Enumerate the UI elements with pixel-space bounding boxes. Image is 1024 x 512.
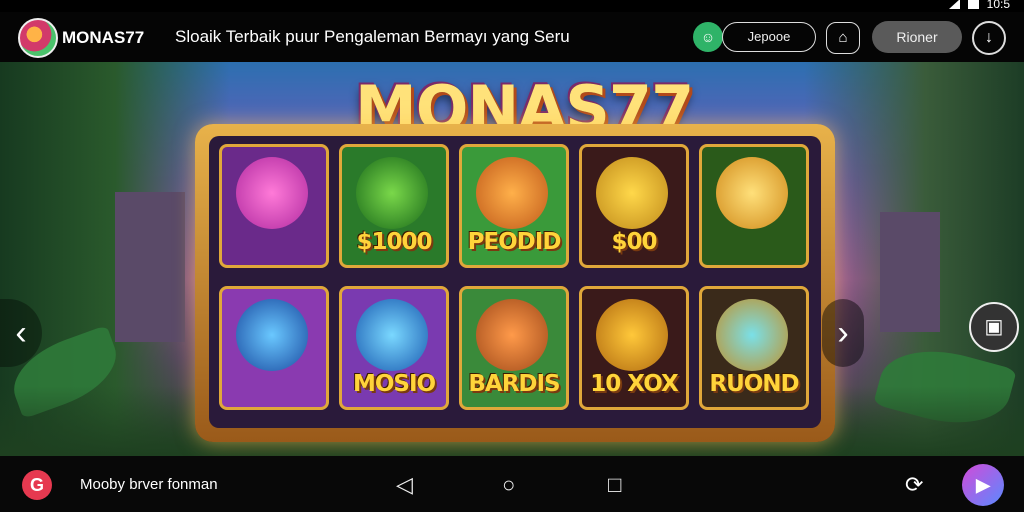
outline-button[interactable]: Jepooe [722,22,816,52]
reel-symbol [699,144,809,268]
reel-symbol: RUOND [699,286,809,410]
bottom-bar: G Mooby brver fonman ◁ ○ □ ⟳ ▶ [0,456,1024,512]
reel-label: $00 [611,229,657,255]
blue-gem-icon [356,299,428,371]
chat-icon[interactable]: ☺ [693,22,723,52]
app-header: MONAS77 Sloaik Terbaik puur Pengaleman B… [0,12,1024,62]
reel-label: 10 XOX [590,371,678,397]
rotate-icon[interactable]: ⟳ [905,472,923,498]
temple-right [880,212,940,332]
reel-symbol: MOSIO [339,286,449,410]
status-time: 10:5 [986,0,1010,11]
home-icon[interactable]: ○ [502,472,515,498]
gold-bar-icon [716,157,788,229]
bottom-logo[interactable]: G [22,470,52,500]
signal-icon [948,0,960,9]
reel-symbol: $1000 [339,144,449,268]
assistant-icon[interactable]: ▶ [962,464,1004,506]
reel-label: BARDIS [468,371,560,397]
gold-ten-icon [596,299,668,371]
slot-frame: $1000 PEODID $00 MOSIO BARDIS 10 XOX RUOND [195,124,835,442]
reel-label: MOSIO [352,371,436,397]
app-name: MONAS77 [62,28,145,47]
status-bar: 10:5 [0,0,1024,12]
app-logo[interactable] [18,18,58,58]
reel-label: $1000 [356,229,432,255]
blue-panther-icon [236,299,308,371]
reel-symbol: $00 [579,144,689,268]
briefcase-icon[interactable]: ▣ [969,302,1019,352]
gold-block-icon [596,157,668,229]
reel-label: RUOND [709,371,799,397]
tagline: Sloaik Terbaik puur Pengaleman Bermayı y… [175,27,570,46]
bottom-text: Mooby brver fonman [80,476,218,493]
back-icon[interactable]: ◁ [396,472,413,498]
next-arrow[interactable]: › [822,299,864,367]
pink-orb-icon [236,157,308,229]
slot-reels: $1000 PEODID $00 MOSIO BARDIS 10 XOX RUOND [209,136,821,428]
tiger-face-icon [476,299,548,371]
bell-icon[interactable]: ⌂ [826,22,860,54]
battery-icon [967,0,979,9]
download-icon[interactable]: ↓ [972,21,1006,55]
reel-symbol [219,286,329,410]
water-bowl-icon [716,299,788,371]
reel-symbol: PEODID [459,144,569,268]
filled-button[interactable]: Rioner [872,21,962,53]
reel-label: PEODID [467,229,562,255]
reel-symbol: 10 XOX [579,286,689,410]
game-banner: MONAS77 $1000 PEODID $00 MOSIO BARDIS 10 XOX R… [0,62,1024,456]
recents-icon[interactable]: □ [608,472,621,498]
green-leaf-icon [356,157,428,229]
lion-face-icon [476,157,548,229]
temple-left [115,192,185,342]
reel-symbol [219,144,329,268]
reel-symbol: BARDIS [459,286,569,410]
